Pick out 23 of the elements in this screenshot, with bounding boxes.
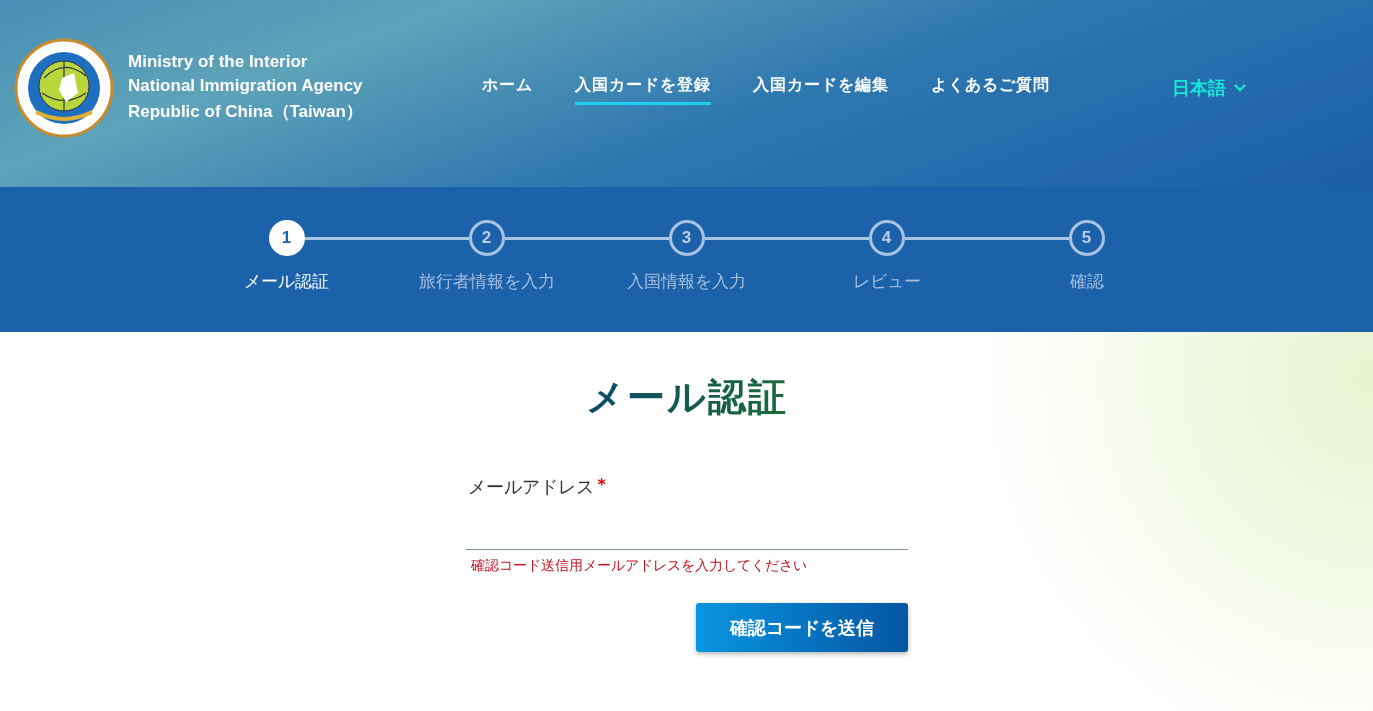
step-label: 確認 bbox=[1068, 270, 1105, 293]
field-hint: 確認コード送信用メールアドレスを入力してください bbox=[469, 557, 808, 575]
agency-name-line: National Immigration Agency bbox=[128, 76, 363, 96]
step-label: 旅行者情報を入力 bbox=[417, 270, 556, 293]
field-label: メールアドレス bbox=[467, 475, 594, 499]
nav-link[interactable]: 入国カードを編集 bbox=[753, 70, 889, 105]
nav-link[interactable]: よくあるご質問 bbox=[931, 70, 1050, 105]
step-number: 3 bbox=[668, 220, 705, 256]
step-label: レビュー bbox=[851, 270, 922, 293]
step-number: 5 bbox=[1068, 220, 1105, 256]
nav-link[interactable]: ホーム bbox=[482, 70, 533, 105]
agency-name-line: Ministry of the Interior bbox=[128, 52, 309, 72]
step-number: 1 bbox=[268, 220, 305, 256]
language-selector[interactable]: 日本語 bbox=[1172, 75, 1246, 100]
step-number: 2 bbox=[468, 220, 505, 256]
nav-link[interactable]: 入国カードを登録 bbox=[575, 70, 711, 105]
send-code-button[interactable]: 確認コードを送信 bbox=[695, 603, 908, 652]
step-label: メール認証 bbox=[243, 270, 330, 293]
agency-name-line: Republic of China（Taiwan） bbox=[128, 101, 363, 123]
chevron-down-icon bbox=[1234, 83, 1246, 92]
step-number: 4 bbox=[868, 220, 905, 256]
required-mark: * bbox=[597, 475, 606, 496]
step-label: 入国情報を入力 bbox=[626, 270, 747, 293]
